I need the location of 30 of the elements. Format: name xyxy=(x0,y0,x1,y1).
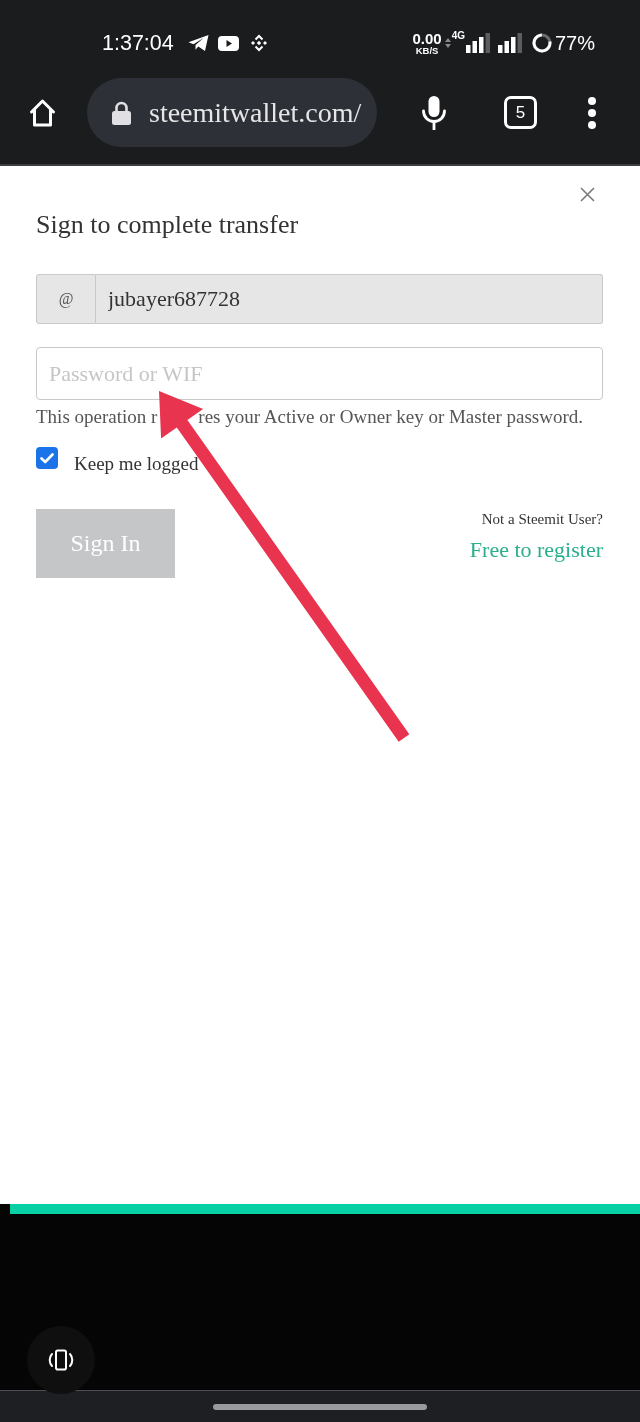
data-arrows-icon xyxy=(444,38,451,48)
help-text: res your Active or Owner key or Master password. xyxy=(198,406,583,428)
signal-bars-icon xyxy=(497,33,522,53)
keep-logged-checkbox[interactable] xyxy=(36,447,58,469)
home-gesture-handle[interactable] xyxy=(213,1403,427,1410)
paper-plane-icon xyxy=(187,34,209,52)
lock-icon xyxy=(112,100,131,125)
network-speed-unit: KB/S xyxy=(415,45,439,56)
screen-rotate-icon xyxy=(47,1349,75,1371)
checkmark-icon xyxy=(40,452,54,464)
close-icon[interactable] xyxy=(580,187,595,202)
password-field[interactable]: Password or WIF xyxy=(36,347,603,400)
video-play-icon xyxy=(217,35,239,51)
battery-ring-icon xyxy=(531,33,552,53)
diamond-pattern-icon xyxy=(249,34,268,52)
at-sign-prefix: @ xyxy=(36,274,96,324)
dialog-title: Sign to complete transfer xyxy=(36,210,300,240)
checkbox-label: Keep me logged xyxy=(74,453,199,475)
clock-time: 1:37:04 xyxy=(102,31,174,55)
kebab-menu-icon[interactable] xyxy=(588,96,596,129)
address-bar[interactable]: steemitwallet.com/ xyxy=(87,78,377,147)
home-icon[interactable] xyxy=(27,97,58,128)
tab-switcher-button[interactable]: 5 xyxy=(504,96,537,129)
register-prompt: Not a Steemit User? xyxy=(481,510,603,528)
microphone-icon[interactable] xyxy=(421,94,447,131)
network-speed: 0.00 xyxy=(412,30,442,46)
help-text: This operation r xyxy=(36,406,158,428)
network-type-label: 4G xyxy=(451,29,465,41)
signal-bars-icon xyxy=(465,33,490,53)
battery-percent: 77% xyxy=(554,31,595,55)
